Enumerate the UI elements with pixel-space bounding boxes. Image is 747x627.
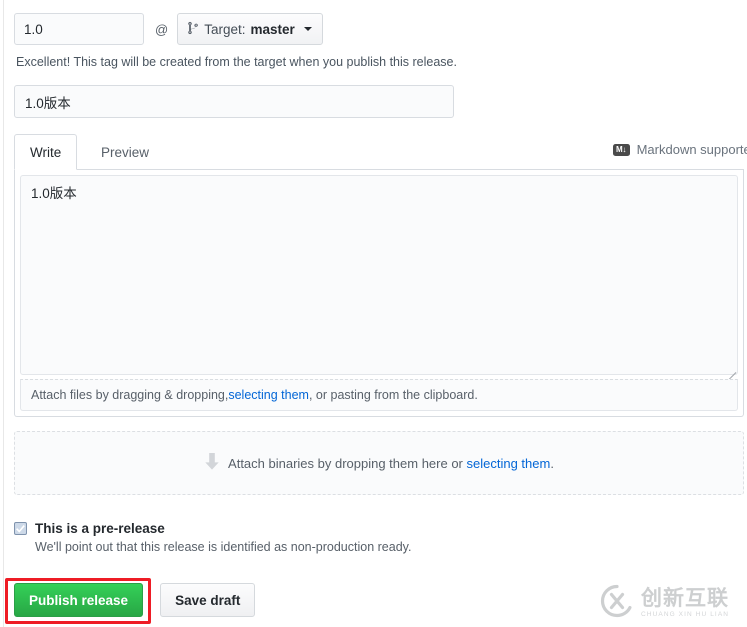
prerelease-label: This is a pre-release: [35, 521, 165, 536]
release-form: @ Target: master Excellent! This tag wil…: [5, 0, 747, 627]
attach-text-before: Attach files by dragging & dropping,: [31, 388, 229, 402]
download-arrow-icon: [204, 452, 220, 474]
cx-circle-logo-icon: [600, 584, 634, 621]
release-title-input[interactable]: [14, 85, 454, 118]
binaries-selecting-them-link[interactable]: selecting them: [467, 456, 551, 471]
publish-release-button[interactable]: Publish release: [14, 583, 144, 617]
tab-preview-label: Preview: [101, 144, 150, 160]
at-symbol: @: [155, 21, 169, 37]
watermark-text: 创新互联 CHUANG XIN HU LIAN: [641, 585, 730, 619]
tag-row: @ Target: master: [14, 13, 323, 45]
release-body-textarea[interactable]: [20, 175, 738, 375]
tab-preview[interactable]: Preview: [86, 134, 164, 170]
target-label: Target:: [204, 21, 246, 37]
editor-panel: Attach files by dragging & dropping, sel…: [14, 170, 744, 417]
watermark-chinese: 创新互联: [641, 585, 729, 610]
attach-selecting-them-link[interactable]: selecting them: [228, 388, 309, 402]
tab-write-label: Write: [30, 144, 62, 160]
markdown-icon: M↓: [612, 143, 630, 156]
tag-help-text: Excellent! This tag will be created from…: [16, 55, 457, 69]
markdown-supported-note: M↓ Markdown supported: [612, 142, 747, 157]
binaries-text: Attach binaries by dropping them here or…: [228, 456, 554, 471]
form-actions: Publish release Save draft: [5, 578, 256, 624]
chevron-down-icon: [303, 27, 312, 31]
binaries-text-before: Attach binaries by dropping them here or: [228, 455, 467, 471]
tag-version-input[interactable]: [14, 13, 144, 45]
prerelease-section: This is a pre-release We'll point out th…: [14, 521, 714, 554]
binaries-text-after: .: [550, 455, 554, 471]
target-branch-dropdown[interactable]: Target: master: [177, 13, 323, 45]
prerelease-checkbox[interactable]: [14, 522, 27, 535]
save-draft-button[interactable]: Save draft: [160, 583, 256, 617]
attach-files-bar: Attach files by dragging & dropping, sel…: [20, 379, 738, 411]
tab-write[interactable]: Write: [14, 134, 78, 170]
prerelease-description: We'll point out that this release is ide…: [35, 540, 412, 554]
prerelease-row: This is a pre-release: [14, 521, 714, 536]
watermark: 创新互联 CHUANG XIN HU LIAN: [600, 578, 747, 627]
editor-tabs: Write Preview M↓ Markdown supported: [14, 134, 747, 170]
target-branch-name: master: [250, 21, 295, 37]
git-branch-icon: [188, 21, 199, 38]
watermark-pinyin: CHUANG XIN HU LIAN: [641, 611, 730, 619]
binaries-dropzone[interactable]: Attach binaries by dropping them here or…: [14, 431, 744, 495]
left-edge-rule: [3, 0, 4, 627]
attach-text-after: , or pasting from the clipboard.: [308, 388, 478, 402]
checkmark-icon: [16, 524, 25, 533]
markdown-supported-label: Markdown supported: [636, 142, 747, 157]
